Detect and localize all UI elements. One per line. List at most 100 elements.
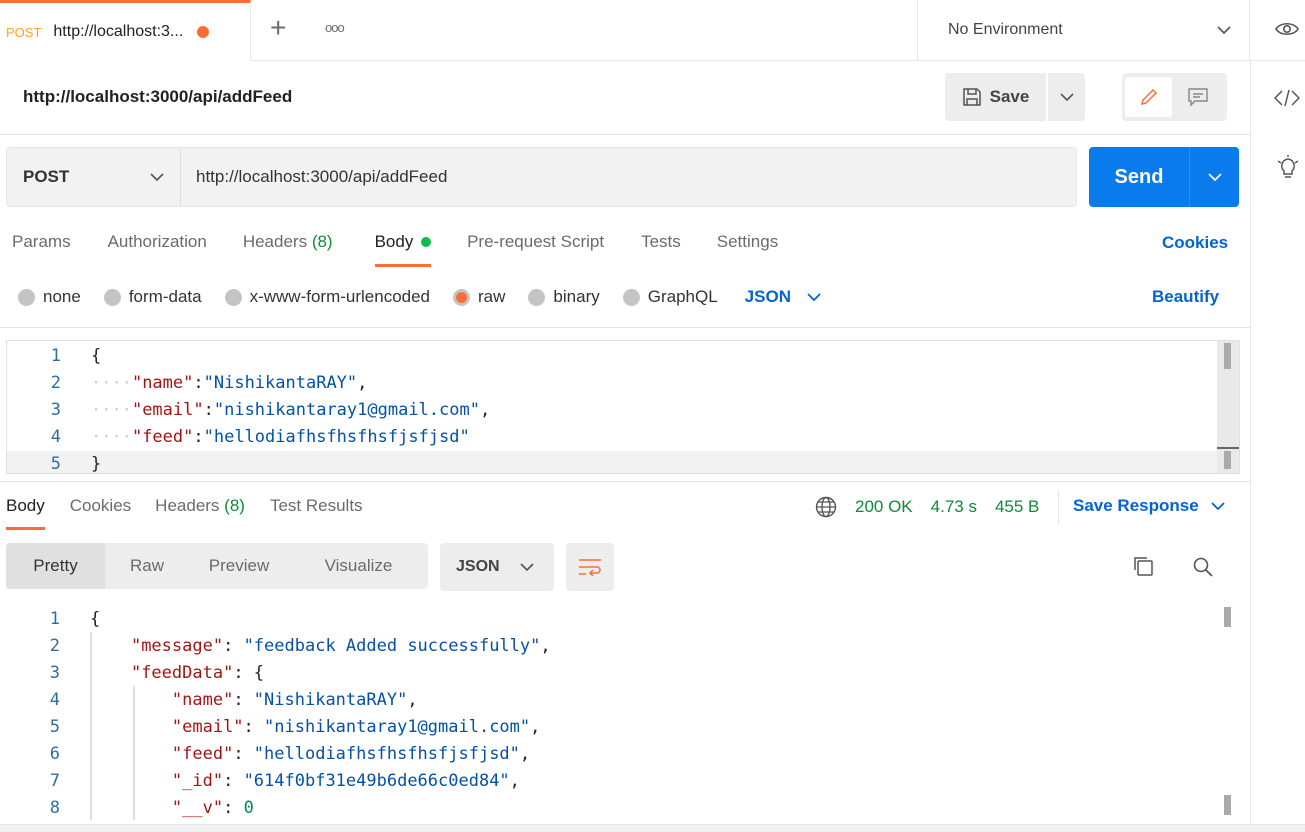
- code-token: ,: [357, 373, 368, 393]
- globe-icon[interactable]: [815, 496, 837, 518]
- radio-urlencoded[interactable]: x-www-form-urlencoded: [224, 287, 430, 307]
- code-line: 8 "__v": 0: [0, 795, 1215, 820]
- code-token: "email": [171, 717, 244, 737]
- tab-params[interactable]: Params: [12, 232, 71, 268]
- save-options-button[interactable]: [1048, 73, 1085, 121]
- url-input[interactable]: http://localhost:3000/api/addFeed: [181, 148, 1076, 206]
- response-format-label: JSON: [456, 558, 500, 575]
- more-tabs-button[interactable]: ooo: [325, 20, 345, 35]
- request-tab[interactable]: POST http://localhost:3...: [0, 0, 251, 61]
- code-line: 6 "feed": "hellodiafhsfhsfhsfjsfjsd",: [0, 741, 1215, 768]
- code-token: "nishikantaray1@gmail.com": [213, 400, 480, 420]
- code-token: :: [243, 717, 265, 737]
- comments-button[interactable]: [1172, 77, 1224, 117]
- copy-icon[interactable]: [1132, 555, 1154, 577]
- body-type-options: none form-data x-www-form-urlencoded raw…: [18, 287, 821, 307]
- body-active-dot-icon: [421, 237, 432, 247]
- code-line: 5}: [7, 451, 1239, 474]
- code-token: "feedback Added successfully": [243, 636, 541, 656]
- send-button[interactable]: Send: [1089, 147, 1190, 207]
- code-token: "name": [171, 690, 234, 710]
- code-token: {: [90, 609, 101, 629]
- body-format-select[interactable]: JSON: [745, 287, 821, 307]
- request-body-editor[interactable]: 1{2 ····"name":"NishikantaRAY", 3 ····"emai…: [6, 340, 1240, 474]
- view-visualize[interactable]: Visualize: [289, 543, 428, 589]
- tab-body[interactable]: Body: [374, 232, 432, 267]
- mode-toggle: [1122, 73, 1227, 121]
- wrap-lines-button[interactable]: [566, 543, 614, 591]
- line-number: 5: [50, 454, 61, 474]
- code-token: :: [223, 798, 244, 818]
- chevron-down-icon: [1059, 93, 1074, 101]
- code-token: "name": [131, 373, 194, 393]
- view-raw[interactable]: Raw: [105, 543, 189, 589]
- res-tab-body[interactable]: Body: [6, 496, 45, 530]
- code-token: :: [233, 744, 254, 764]
- save-button[interactable]: Save: [945, 73, 1046, 121]
- code-token: "message": [130, 636, 224, 656]
- radio-none[interactable]: none: [18, 287, 81, 307]
- response-time[interactable]: 4.73 s: [931, 497, 977, 517]
- chevron-down-icon: [807, 293, 821, 301]
- res-tab-test-results[interactable]: Test Results: [270, 496, 363, 530]
- beautify-link[interactable]: Beautify: [1152, 287, 1219, 307]
- radio-binary[interactable]: binary: [528, 287, 600, 307]
- code-token: "email": [131, 400, 204, 420]
- tab-headers[interactable]: Headers (8): [243, 232, 333, 268]
- radio-label: binary: [553, 287, 600, 306]
- code-line: 1{: [0, 606, 1215, 633]
- radio-circle: [622, 288, 640, 306]
- line-number: 4: [49, 690, 60, 710]
- tab-method: POST: [6, 24, 42, 40]
- tab-headers-label: Headers: [242, 232, 308, 251]
- environment-select[interactable]: No Environment: [917, 0, 1250, 60]
- new-tab-button[interactable]: +: [270, 12, 286, 44]
- comment-icon: [1188, 88, 1208, 107]
- code-line: 4 "name": "NishikantaRAY",: [0, 687, 1215, 714]
- view-pretty[interactable]: Pretty: [6, 543, 105, 589]
- cookies-link[interactable]: Cookies: [1162, 233, 1228, 253]
- view-preview[interactable]: Preview: [189, 543, 289, 589]
- tab-body-label: Body: [374, 232, 414, 251]
- save-label: Save: [989, 87, 1030, 106]
- tab-bar: POST http://localhost:3... + ooo No Envi…: [0, 0, 1305, 61]
- radio-circle: [18, 288, 35, 306]
- radio-circle: [528, 288, 546, 306]
- tab-tests[interactable]: Tests: [641, 232, 681, 268]
- line-number: 8: [49, 798, 60, 818]
- res-tab-headers-label: Headers: [155, 496, 220, 515]
- method-select[interactable]: POST: [7, 148, 181, 206]
- eye-icon[interactable]: [1275, 20, 1299, 38]
- url-bar: POST http://localhost:3000/api/addFeed: [6, 147, 1077, 207]
- code-token: ····: [91, 373, 132, 393]
- code-token: "feed": [171, 744, 234, 764]
- code-line: 2 "message": "feedback Added successfull…: [0, 633, 1215, 660]
- res-tab-headers[interactable]: Headers (8): [155, 496, 245, 530]
- code-icon[interactable]: [1274, 89, 1300, 107]
- editor-scrollbar[interactable]: [1217, 341, 1239, 473]
- chevron-down-icon: [1207, 173, 1222, 181]
- response-format-select[interactable]: JSON: [440, 543, 554, 591]
- radio-raw[interactable]: raw: [453, 287, 505, 307]
- response-body-viewer[interactable]: 1{2 "message": "feedback Added successfu…: [0, 606, 1215, 820]
- response-size[interactable]: 455 B: [995, 497, 1039, 517]
- code-token: "_id": [171, 771, 224, 791]
- code-token: :: [223, 771, 244, 791]
- line-number: 3: [50, 400, 61, 420]
- code-token: 0: [243, 798, 254, 818]
- send-options-button[interactable]: [1190, 147, 1239, 207]
- tab-pre-request-script[interactable]: Pre-request Script: [467, 232, 604, 268]
- status-code[interactable]: 200 OK: [855, 497, 913, 517]
- tab-authorization[interactable]: Authorization: [108, 232, 207, 268]
- radio-form-data[interactable]: form-data: [103, 287, 202, 307]
- radio-graphql[interactable]: GraphQL: [622, 287, 718, 307]
- save-response-dropdown[interactable]: Save Response: [1073, 496, 1225, 516]
- radio-label: form-data: [128, 287, 202, 306]
- res-tab-cookies[interactable]: Cookies: [70, 496, 131, 530]
- edit-mode-button[interactable]: [1125, 77, 1172, 117]
- response-scrollbar[interactable]: [1218, 605, 1232, 820]
- tab-settings[interactable]: Settings: [717, 232, 778, 268]
- pencil-icon: [1140, 88, 1157, 106]
- search-icon[interactable]: [1192, 556, 1214, 578]
- lightbulb-icon[interactable]: [1277, 155, 1299, 181]
